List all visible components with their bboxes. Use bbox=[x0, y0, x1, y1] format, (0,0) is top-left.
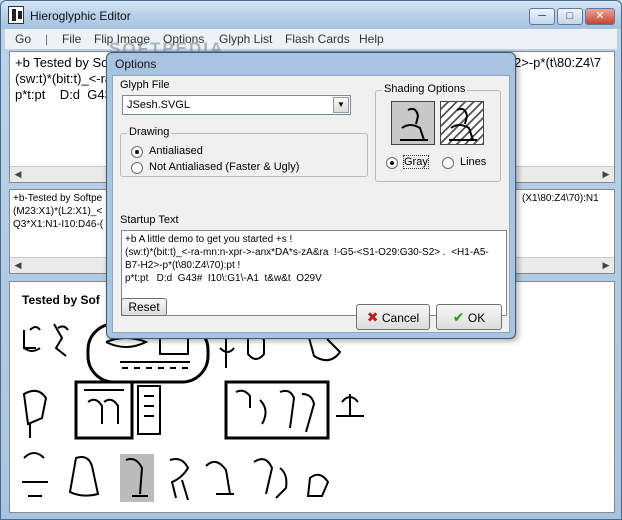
menu-help[interactable]: Help bbox=[359, 32, 384, 46]
antialiased-label: Antialiased bbox=[149, 145, 203, 157]
window-title: Hieroglyphic Editor bbox=[30, 9, 131, 23]
glyph-file-label: Glyph File bbox=[120, 79, 170, 91]
radio-gray[interactable] bbox=[386, 157, 398, 169]
editor-line-3: p*t:pt D:d G43 bbox=[15, 87, 112, 102]
cancel-icon: ✖ bbox=[366, 309, 379, 325]
scroll-left-icon[interactable]: ◀ bbox=[10, 167, 26, 182]
water-glyph bbox=[23, 326, 41, 352]
scroll-right-icon[interactable]: ▶ bbox=[598, 167, 614, 182]
scroll-right-icon[interactable]: ▶ bbox=[598, 258, 614, 273]
gray-label: Gray bbox=[403, 155, 429, 169]
ok-label: OK bbox=[467, 311, 486, 325]
dialog-title: Options bbox=[115, 57, 157, 71]
cancel-label: Cancel bbox=[381, 311, 420, 325]
radio-lines[interactable] bbox=[442, 157, 454, 169]
app-icon bbox=[8, 6, 24, 24]
dialog-body: Glyph File JSesh.SVGL ▼ Drawing Antialia… bbox=[112, 75, 510, 333]
menu-file[interactable]: File bbox=[62, 32, 81, 46]
bee-glyph bbox=[53, 323, 69, 357]
lines-label: Lines bbox=[460, 156, 487, 168]
menu-separator: | bbox=[45, 32, 49, 46]
menu-glyph-list[interactable]: Glyph List bbox=[219, 32, 272, 46]
startup-line: p*t:pt D:d G43# I10\:G1\-A1 t&w&t O29V bbox=[125, 273, 322, 284]
close-button[interactable]: ✕ bbox=[585, 8, 615, 25]
startup-text-label: Startup Text bbox=[120, 214, 179, 226]
snake-glyph bbox=[68, 456, 100, 497]
code-line-1-right: (X1\80:Z4\70):N1 bbox=[522, 193, 599, 204]
chevron-down-icon[interactable]: ▼ bbox=[333, 97, 349, 113]
not-antialiased-label: Not Antialiased (Faster & Ugly) bbox=[149, 161, 300, 173]
code-line-2: (M23:X1)*(L2:X1)_< bbox=[13, 206, 103, 217]
lines-shading-preview-icon bbox=[440, 101, 484, 145]
radio-antialiased[interactable] bbox=[131, 146, 143, 158]
reset-button[interactable]: Reset bbox=[121, 298, 167, 316]
options-dialog: Options Glyph File JSesh.SVGL ▼ Drawing … bbox=[106, 52, 516, 339]
menu-flash-cards[interactable]: Flash Cards bbox=[285, 32, 350, 46]
cancel-button[interactable]: ✖ Cancel bbox=[356, 304, 430, 330]
scroll-left-icon[interactable]: ◀ bbox=[10, 258, 26, 273]
ok-button[interactable]: ✔ OK bbox=[436, 304, 502, 330]
shading-label: Shading Options bbox=[382, 83, 468, 95]
drawing-label: Drawing bbox=[127, 126, 172, 138]
maximize-button[interactable]: □ bbox=[557, 8, 583, 25]
minimize-button[interactable]: ─ bbox=[529, 8, 555, 25]
check-icon: ✔ bbox=[452, 309, 465, 325]
glyph-file-select[interactable]: JSesh.SVGL ▼ bbox=[122, 95, 351, 115]
radio-not-antialiased[interactable] bbox=[131, 162, 143, 174]
editor-line-2: (sw:t)*(bit:t)_<-ra bbox=[15, 71, 113, 86]
drawing-group: Drawing Antialiased Not Antialiased (Fas… bbox=[120, 126, 368, 177]
startup-line: B7-H2>-p*(t\80:Z4\70):pt ! bbox=[125, 260, 241, 271]
reset-label: Reset bbox=[128, 300, 160, 314]
menu-go[interactable]: Go bbox=[15, 32, 31, 46]
menu-bar: Go | File Flip Image Options Glyph List … bbox=[5, 29, 617, 49]
falcon-glyph bbox=[22, 389, 48, 438]
code-line-1: +b-Tested by Softpe bbox=[13, 193, 103, 204]
glyph-file-value: JSesh.SVGL bbox=[127, 99, 190, 111]
shading-group: Shading Options Gray Lines bbox=[375, 83, 501, 182]
startup-line: (sw:t)*(bit:t)_<-ra-mn:n-xpr->-anx*DA*s-… bbox=[125, 247, 489, 258]
startup-line: +b A little demo to get you started +s ! bbox=[125, 234, 293, 245]
editor-line-1-right: 2>-p*(t\80:Z4\7 bbox=[514, 55, 602, 70]
code-line-3: Q3*X1:N1-I10:D46-( bbox=[13, 219, 104, 230]
editor-line-1: +b Tested by So bbox=[15, 55, 109, 70]
gray-shading-preview-icon bbox=[391, 101, 435, 145]
title-bar[interactable]: Hieroglyphic Editor ─ □ ✕ bbox=[1, 1, 621, 29]
